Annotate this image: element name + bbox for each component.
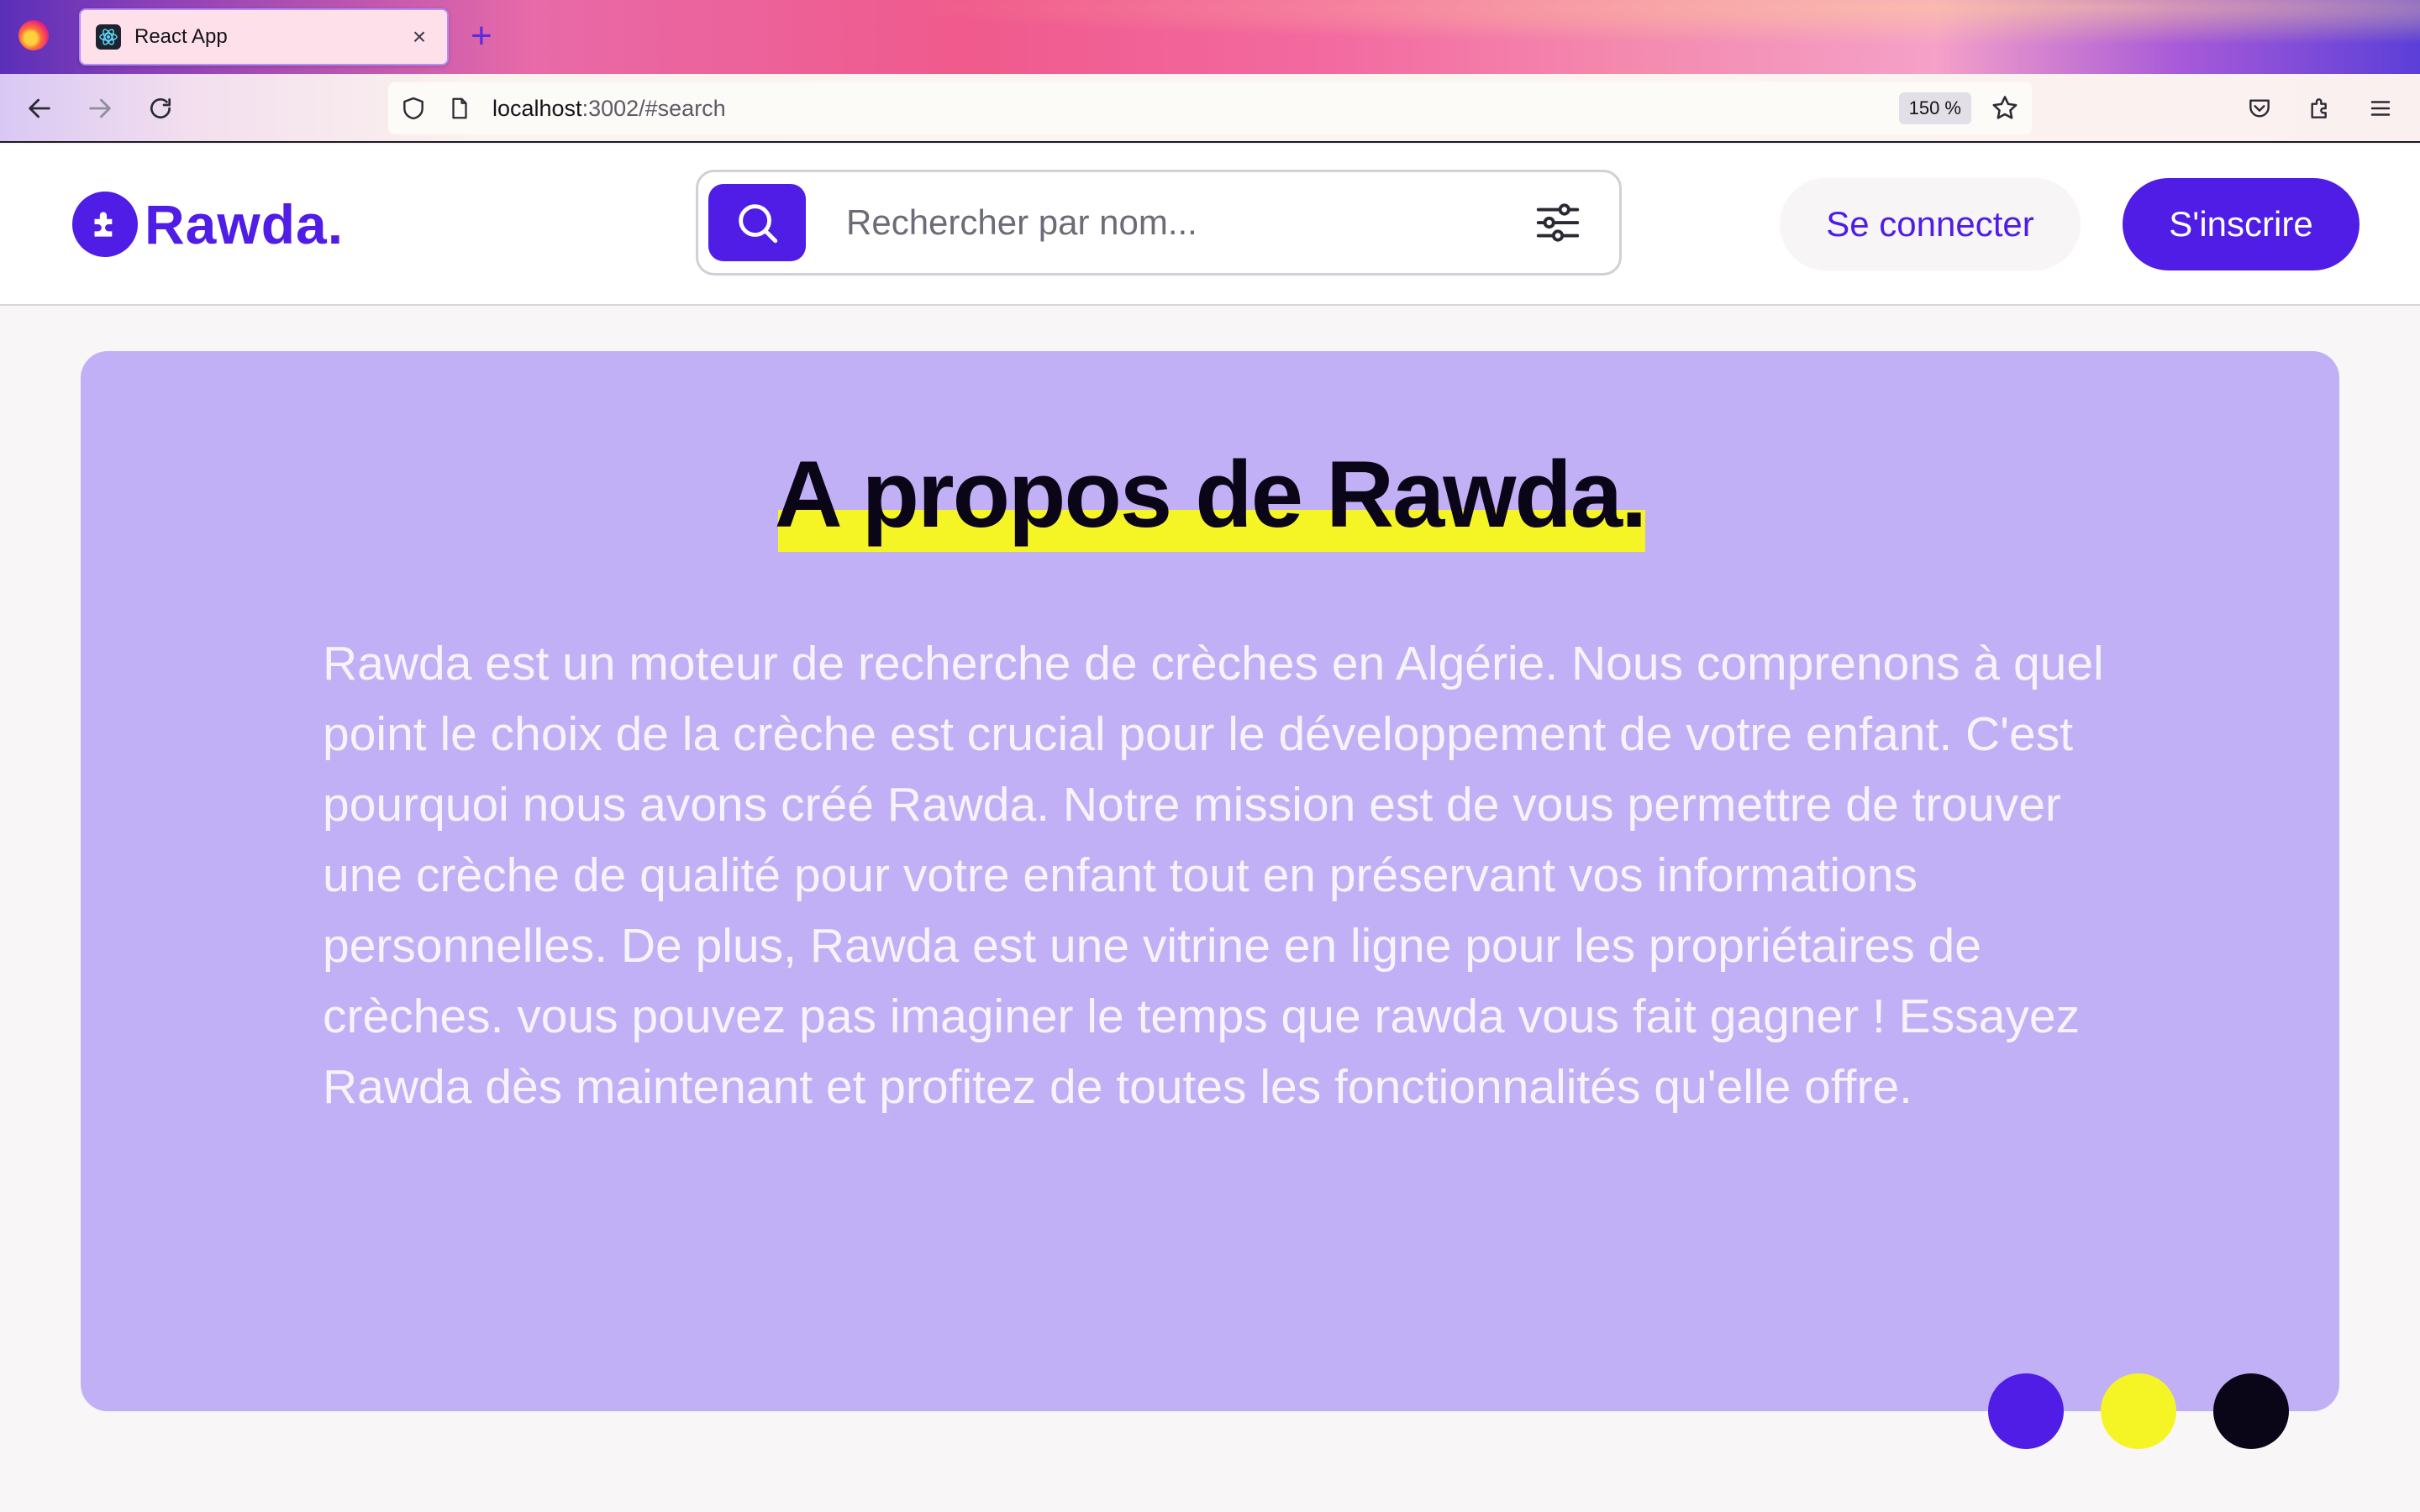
- react-icon: [96, 24, 121, 50]
- about-description: Rawda est un moteur de recherche de crèc…: [323, 637, 2104, 1114]
- url-bar[interactable]: localhost:3002/#search 150 %: [388, 82, 2032, 134]
- close-tab-icon[interactable]: ×: [407, 24, 432, 50]
- pocket-icon: [2249, 99, 2270, 118]
- tab-react-app[interactable]: React App ×: [79, 8, 449, 66]
- url-host: localhost: [492, 95, 582, 121]
- about-card: A propos de Rawda. Rawda est un moteur d…: [81, 351, 2339, 1411]
- star-icon[interactable]: [1990, 93, 2020, 123]
- decor-dot-black: [2213, 1373, 2289, 1449]
- site-header: Rawda. Se connecter S'inscrire: [0, 144, 2420, 306]
- decor-dot-purple: [1988, 1373, 2064, 1449]
- puzzle-logo-icon: [72, 192, 138, 257]
- browser-nav-bar: localhost:3002/#search 150 %: [0, 74, 2420, 143]
- reload-icon: [150, 98, 171, 118]
- arrow-right-icon: [89, 98, 111, 118]
- back-button[interactable]: [20, 89, 59, 128]
- logo-text: Rawda.: [145, 193, 345, 255]
- hamburger-icon: [2370, 101, 2391, 116]
- browser-tab-bar: React App × +: [0, 0, 2420, 74]
- url-path: :3002/#search: [581, 95, 726, 121]
- menu-button[interactable]: [2361, 89, 2400, 128]
- new-tab-button[interactable]: +: [471, 15, 492, 57]
- puzzle-icon: [2311, 98, 2327, 118]
- tab-title: React App: [134, 25, 228, 48]
- zoom-level-badge[interactable]: 150 %: [1898, 92, 1971, 124]
- about-title-wrap: A propos de Rawda.: [81, 440, 2339, 552]
- shield-icon[interactable]: [400, 95, 427, 122]
- decor-dot-yellow: [2101, 1373, 2176, 1449]
- page-icon[interactable]: [447, 96, 472, 121]
- login-button[interactable]: Se connecter: [1780, 178, 2081, 270]
- site-logo[interactable]: Rawda.: [72, 192, 344, 257]
- search-input[interactable]: [846, 202, 1520, 243]
- extensions-button[interactable]: [2301, 89, 2339, 128]
- signup-button[interactable]: S'inscrire: [2123, 178, 2360, 270]
- pocket-button[interactable]: [2240, 89, 2279, 128]
- search-icon: [739, 204, 778, 244]
- filter-button[interactable]: [1520, 185, 1596, 260]
- arrow-left-icon: [29, 98, 50, 118]
- search-button[interactable]: [708, 184, 806, 261]
- search-bar: [696, 170, 1622, 276]
- reload-button[interactable]: [141, 89, 180, 128]
- forward-button[interactable]: [81, 89, 119, 128]
- about-title: A propos de Rawda.: [774, 440, 1647, 552]
- url-text[interactable]: localhost:3002/#search: [492, 96, 1899, 122]
- firefox-icon[interactable]: [18, 20, 49, 50]
- sliders-icon: [1536, 203, 1580, 242]
- about-title-text: A propos de Rawda.: [774, 442, 1647, 547]
